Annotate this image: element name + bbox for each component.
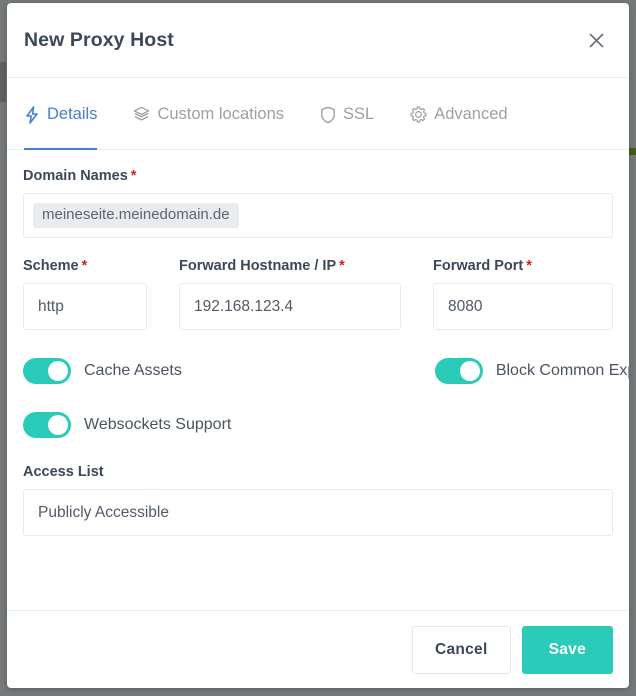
required-marker: * (339, 258, 345, 274)
toggle-switch-icon[interactable] (23, 412, 71, 438)
save-button[interactable]: Save (521, 625, 613, 674)
access-list-label: Access List (23, 464, 104, 480)
toggle-row-2: Websockets Support (23, 410, 613, 440)
scheme-label: Scheme * (23, 258, 147, 274)
dialog-footer: Cancel Save (7, 610, 629, 688)
new-proxy-host-dialog: New Proxy Host Details Custom locations … (7, 3, 629, 688)
tab-custom-locations-label: Custom locations (157, 105, 284, 123)
forward-hostname-input[interactable]: 192.168.123.4 (179, 283, 401, 330)
domain-tag[interactable]: meineseite.meinedomain.de (33, 202, 239, 229)
backdrop-left-artifact (0, 62, 6, 102)
toggle-websockets-support-label: Websockets Support (84, 416, 232, 433)
domain-names-label: Domain Names * (23, 168, 613, 184)
required-marker: * (130, 168, 137, 184)
dialog-header: New Proxy Host (7, 3, 629, 78)
forward-settings-row: Scheme * http Forward Hostname / IP * 192.… (23, 258, 613, 330)
toggle-block-common-exploits[interactable]: Block Common Exploits (434, 358, 629, 384)
scheme-group: Scheme * http (23, 258, 179, 330)
dialog-tabs: Details Custom locations SSL Advanced (7, 78, 629, 150)
gear-icon (410, 106, 427, 123)
scheme-label-text: Scheme (23, 258, 79, 274)
forward-port-group: Forward Port * 8080 (433, 258, 613, 330)
bolt-icon (24, 105, 40, 124)
forward-port-value: 8080 (448, 297, 483, 315)
domain-names-label-text: Domain Names (23, 168, 128, 184)
options-toggles: Cache Assets Block Common Exploits Webso… (23, 356, 629, 440)
dialog-body: Domain Names * meineseite.meinedomain.de … (7, 150, 629, 610)
tab-details-label: Details (47, 105, 98, 123)
forward-port-label: Forward Port * (433, 258, 613, 274)
cancel-button[interactable]: Cancel (411, 625, 511, 674)
layers-icon (133, 106, 150, 123)
domain-names-group: Domain Names * meineseite.meinedomain.de (23, 168, 613, 238)
toggle-row-1: Cache Assets Block Common Exploits (23, 356, 629, 386)
domain-names-input[interactable]: meineseite.meinedomain.de (23, 193, 613, 238)
forward-port-label-text: Forward Port (433, 258, 524, 274)
toggle-websockets-support[interactable]: Websockets Support (23, 412, 231, 438)
tab-custom-locations[interactable]: Custom locations (133, 78, 284, 150)
close-icon[interactable] (581, 25, 611, 55)
required-marker: * (526, 258, 532, 274)
toggle-cache-assets[interactable]: Cache Assets (23, 358, 182, 384)
scheme-select[interactable]: http (23, 283, 147, 330)
forward-port-input[interactable]: 8080 (433, 283, 613, 330)
toggle-switch-icon[interactable] (23, 358, 71, 384)
forward-hostname-label: Forward Hostname / IP * (179, 258, 401, 274)
scheme-value: http (38, 297, 64, 315)
dialog-title: New Proxy Host (24, 28, 174, 51)
tab-ssl[interactable]: SSL (320, 78, 374, 150)
forward-hostname-label-text: Forward Hostname / IP (179, 258, 337, 274)
toggle-switch-icon[interactable] (434, 358, 483, 384)
access-list-select[interactable]: Publicly Accessible (23, 489, 613, 536)
forward-hostname-value: 192.168.123.4 (194, 297, 294, 315)
toggle-block-common-exploits-label: Block Common Exploits (495, 362, 629, 379)
tab-advanced-label: Advanced (434, 105, 508, 123)
access-list-value: Publicly Accessible (38, 503, 169, 521)
tab-details[interactable]: Details (24, 78, 98, 150)
tab-ssl-label: SSL (343, 105, 375, 123)
forward-hostname-group: Forward Hostname / IP * 192.168.123.4 (179, 258, 433, 330)
required-marker: * (81, 258, 88, 274)
toggle-cache-assets-label: Cache Assets (84, 362, 182, 379)
shield-icon (320, 106, 336, 124)
access-list-group: Access List Publicly Accessible (23, 464, 613, 536)
tab-advanced[interactable]: Advanced (410, 78, 508, 150)
